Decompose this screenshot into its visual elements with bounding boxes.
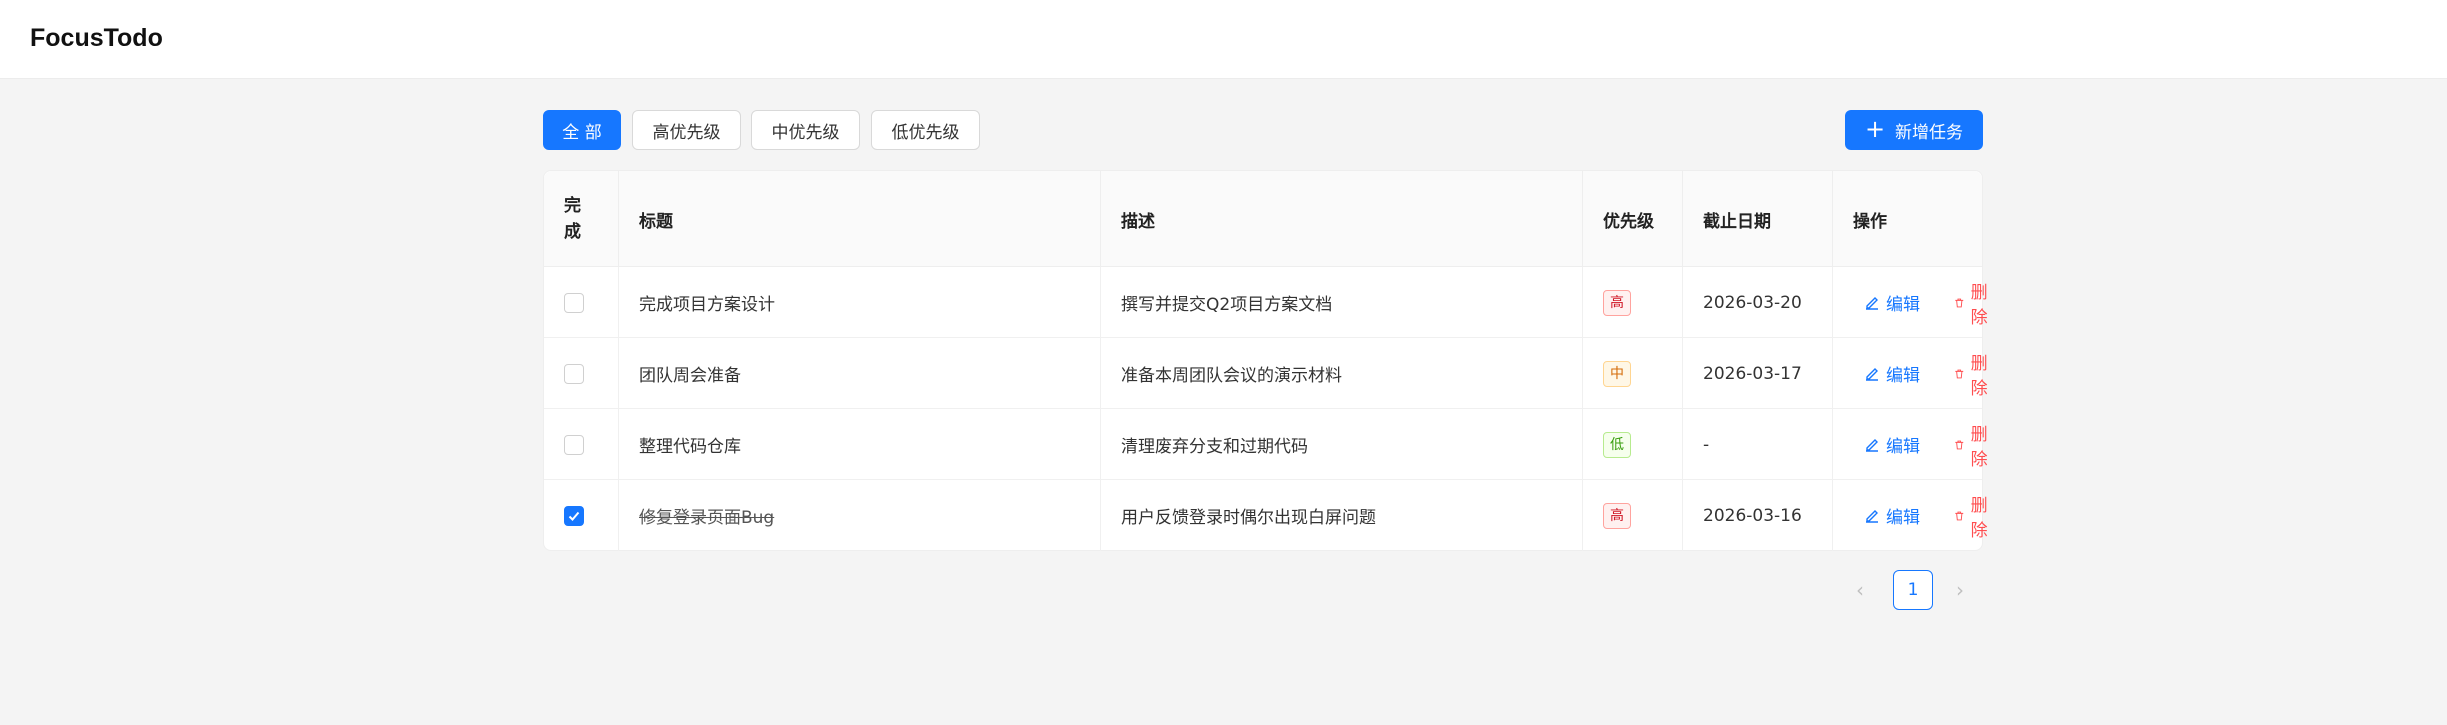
task-table: 完成 标题 描述 优先级 截止日期 操作 完成项目方案设计 撰写并提交Q2项目方… bbox=[543, 170, 1988, 551]
delete-label: 删除 bbox=[1970, 353, 1988, 399]
task-desc: 准备本周团队会议的演示材料 bbox=[1101, 338, 1583, 409]
table-row: 整理代码仓库 清理废弃分支和过期代码 低 - 编辑 删除 bbox=[544, 409, 1988, 480]
add-task-label: 新增任务 bbox=[1895, 122, 1964, 143]
check-icon bbox=[568, 511, 580, 521]
add-task-button[interactable]: + 新增任务 bbox=[1845, 110, 1983, 150]
column-header-title: 标题 bbox=[619, 171, 1101, 267]
table-row: 修复登录页面Bug 用户反馈登录时偶尔出现白屏问题 高 2026-03-16 编… bbox=[544, 480, 1988, 551]
task-due: 2026-03-16 bbox=[1683, 480, 1833, 551]
column-header-desc: 描述 bbox=[1101, 171, 1583, 267]
trash-icon bbox=[1955, 511, 1964, 520]
column-header-done: 完成 bbox=[544, 171, 619, 267]
delete-button[interactable]: 删除 bbox=[1954, 480, 1993, 551]
edit-label: 编辑 bbox=[1886, 295, 1920, 315]
app-header: FocusTodo bbox=[0, 0, 2447, 79]
task-title: 整理代码仓库 bbox=[619, 409, 1101, 480]
column-header-due: 截止日期 bbox=[1683, 171, 1833, 267]
page-number-button[interactable]: 1 bbox=[1893, 570, 1933, 610]
filter-all-button[interactable]: 全 部 bbox=[543, 110, 621, 150]
edit-icon bbox=[1866, 296, 1878, 310]
column-header-priority: 优先级 bbox=[1583, 171, 1683, 267]
task-due: - bbox=[1683, 409, 1833, 480]
plus-icon: + bbox=[1864, 114, 1886, 143]
task-due: 2026-03-17 bbox=[1683, 338, 1833, 409]
delete-button[interactable]: 删除 bbox=[1954, 338, 1993, 409]
filter-low-button[interactable]: 低优先级 bbox=[871, 110, 980, 150]
done-checkbox[interactable] bbox=[564, 292, 584, 313]
prev-page-icon[interactable]: ‹ bbox=[1856, 578, 1864, 602]
task-title: 团队周会准备 bbox=[619, 338, 1101, 409]
edit-button[interactable]: 编辑 bbox=[1864, 338, 1920, 409]
task-desc: 撰写并提交Q2项目方案文档 bbox=[1101, 267, 1583, 338]
priority-tag: 中 bbox=[1603, 360, 1631, 387]
filter-mid-button[interactable]: 中优先级 bbox=[751, 110, 860, 150]
toolbar: 全 部 高优先级 中优先级 低优先级 + 新增任务 bbox=[543, 110, 1983, 150]
edit-label: 编辑 bbox=[1886, 508, 1920, 528]
delete-label: 删除 bbox=[1970, 495, 1988, 541]
column-header-actions: 操作 bbox=[1853, 211, 1887, 232]
task-desc: 用户反馈登录时偶尔出现白屏问题 bbox=[1101, 480, 1583, 551]
trash-icon bbox=[1955, 440, 1964, 449]
delete-label: 删除 bbox=[1970, 424, 1988, 470]
edit-label: 编辑 bbox=[1886, 366, 1920, 386]
edit-icon bbox=[1866, 438, 1878, 452]
edit-icon bbox=[1866, 367, 1878, 381]
edit-button[interactable]: 编辑 bbox=[1864, 267, 1920, 338]
table-header: 完成 标题 描述 优先级 截止日期 操作 bbox=[544, 171, 1982, 267]
priority-tag: 高 bbox=[1603, 289, 1631, 316]
priority-tag: 低 bbox=[1603, 431, 1631, 458]
task-desc: 清理废弃分支和过期代码 bbox=[1101, 409, 1583, 480]
done-checkbox[interactable] bbox=[564, 434, 584, 455]
filter-high-button[interactable]: 高优先级 bbox=[632, 110, 741, 150]
edit-button[interactable]: 编辑 bbox=[1864, 409, 1920, 480]
edit-icon bbox=[1866, 509, 1878, 523]
task-due: 2026-03-20 bbox=[1683, 267, 1833, 338]
task-title: 修复登录页面Bug bbox=[639, 508, 775, 528]
delete-button[interactable]: 删除 bbox=[1954, 409, 1993, 480]
edit-button[interactable]: 编辑 bbox=[1864, 480, 1920, 551]
done-checkbox[interactable] bbox=[564, 363, 584, 384]
delete-button[interactable]: 删除 bbox=[1954, 267, 1993, 338]
task-title: 完成项目方案设计 bbox=[619, 267, 1101, 338]
pagination: ‹ 1 › bbox=[1848, 570, 1978, 610]
delete-label: 删除 bbox=[1970, 282, 1988, 328]
table-row: 完成项目方案设计 撰写并提交Q2项目方案文档 高 2026-03-20 编辑 删… bbox=[544, 267, 1988, 338]
trash-icon bbox=[1955, 298, 1964, 307]
table-row: 团队周会准备 准备本周团队会议的演示材料 中 2026-03-17 编辑 删除 bbox=[544, 338, 1988, 409]
done-checkbox[interactable] bbox=[564, 505, 584, 526]
trash-icon bbox=[1955, 369, 1964, 378]
next-page-icon[interactable]: › bbox=[1956, 578, 1964, 602]
app-title: FocusTodo bbox=[30, 24, 163, 52]
priority-tag: 高 bbox=[1603, 502, 1631, 529]
edit-label: 编辑 bbox=[1886, 437, 1920, 457]
